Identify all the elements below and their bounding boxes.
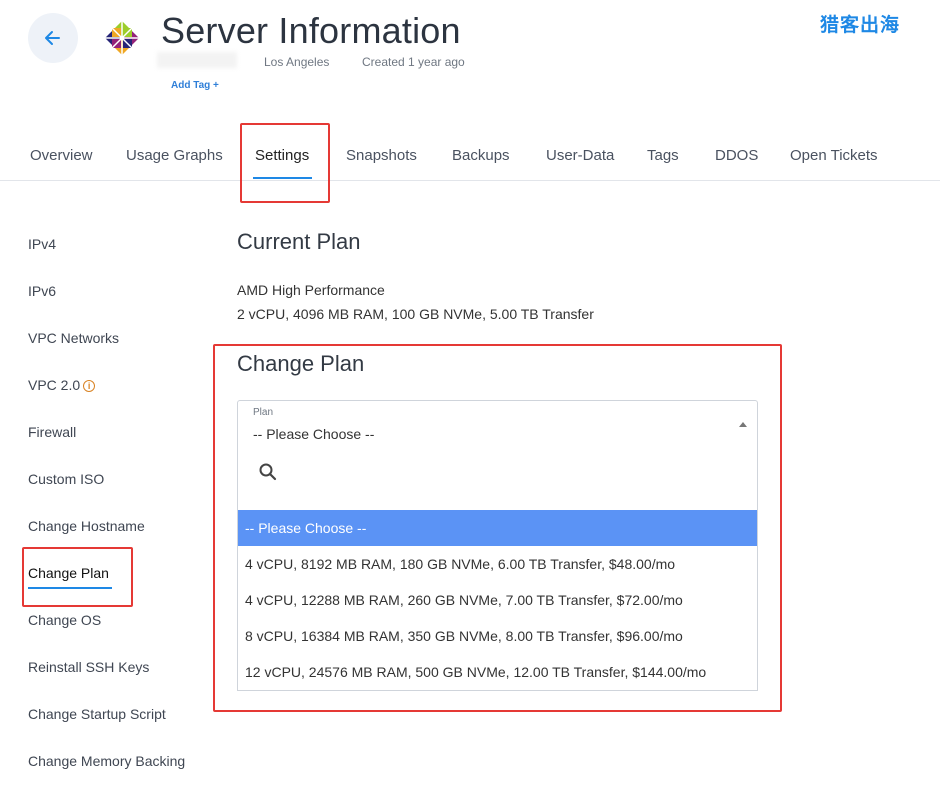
plan-select[interactable]: Plan -- Please Choose -- xyxy=(237,400,758,452)
current-plan-heading: Current Plan xyxy=(237,229,361,254)
tab-tags[interactable]: Tags xyxy=(647,147,679,164)
created-time: Created 1 year ago xyxy=(362,55,465,69)
search-icon xyxy=(259,463,277,481)
active-sidebar-indicator xyxy=(28,587,112,589)
plan-option[interactable]: 4 vCPU, 8192 MB RAM, 180 GB NVMe, 6.00 T… xyxy=(238,546,757,582)
tab-ddos[interactable]: DDOS xyxy=(715,147,758,164)
page-title: Server Information xyxy=(161,10,461,51)
sidebar-item-ipv6[interactable]: IPv6 xyxy=(28,283,56,299)
sidebar-item-firewall[interactable]: Firewall xyxy=(28,424,76,440)
server-location: Los Angeles xyxy=(264,55,330,69)
info-icon: i xyxy=(83,380,96,392)
tab-snapshots[interactable]: Snapshots xyxy=(346,147,417,164)
brand-watermark: 猎客出海 xyxy=(820,15,901,36)
caret-up-icon xyxy=(739,422,747,427)
plan-option[interactable]: 12 vCPU, 24576 MB RAM, 500 GB NVMe, 12.0… xyxy=(238,654,757,690)
plan-option[interactable]: 4 vCPU, 12288 MB RAM, 260 GB NVMe, 7.00 … xyxy=(238,582,757,618)
change-plan-heading: Change Plan xyxy=(237,351,365,376)
tab-backups[interactable]: Backups xyxy=(452,147,510,164)
settings-tab-highlight xyxy=(240,123,330,203)
sidebar-item-change-hostname[interactable]: Change Hostname xyxy=(28,518,145,534)
sidebar-item-change-plan[interactable]: Change Plan xyxy=(28,565,109,581)
arrow-left-icon xyxy=(45,31,60,45)
plan-select-value: -- Please Choose -- xyxy=(253,426,375,442)
sidebar-item-reinstall-ssh-keys[interactable]: Reinstall SSH Keys xyxy=(28,659,149,675)
centos-logo-icon xyxy=(102,18,142,58)
plan-option[interactable]: -- Please Choose -- xyxy=(238,510,757,546)
add-tag-link[interactable]: Add Tag + xyxy=(171,80,219,91)
sidebar-item-vpc-2[interactable]: VPC 2.0 i xyxy=(28,377,96,393)
tab-overview[interactable]: Overview xyxy=(30,147,93,164)
plan-search-input[interactable] xyxy=(286,461,740,487)
tab-open-tickets[interactable]: Open Tickets xyxy=(790,147,878,164)
sidebar-item-ipv4[interactable]: IPv4 xyxy=(28,236,56,252)
sidebar-item-label: VPC 2.0 xyxy=(28,377,81,393)
tab-usage-graphs[interactable]: Usage Graphs xyxy=(126,147,223,164)
tab-bar: Overview Usage Graphs Settings Snapshots… xyxy=(0,118,940,181)
plan-dropdown: -- Please Choose -- 4 vCPU, 8192 MB RAM,… xyxy=(237,451,758,691)
sidebar-item-vpc-networks[interactable]: VPC Networks xyxy=(28,330,119,346)
dropdown-search xyxy=(238,451,757,509)
sidebar-item-custom-iso[interactable]: Custom ISO xyxy=(28,471,104,487)
tab-user-data[interactable]: User-Data xyxy=(546,147,614,164)
sidebar-item-change-os[interactable]: Change OS xyxy=(28,612,101,628)
back-button[interactable] xyxy=(28,13,78,63)
plan-option[interactable]: 8 vCPU, 16384 MB RAM, 350 GB NVMe, 8.00 … xyxy=(238,618,757,654)
sidebar-item-change-startup-script[interactable]: Change Startup Script xyxy=(28,706,166,722)
plan-select-label: Plan xyxy=(253,407,274,418)
hostname-redacted xyxy=(157,52,237,68)
current-plan-specs: 2 vCPU, 4096 MB RAM, 100 GB NVMe, 5.00 T… xyxy=(237,306,594,322)
sidebar-item-change-memory-backing[interactable]: Change Memory Backing xyxy=(28,753,185,769)
current-plan-name: AMD High Performance xyxy=(237,282,385,298)
